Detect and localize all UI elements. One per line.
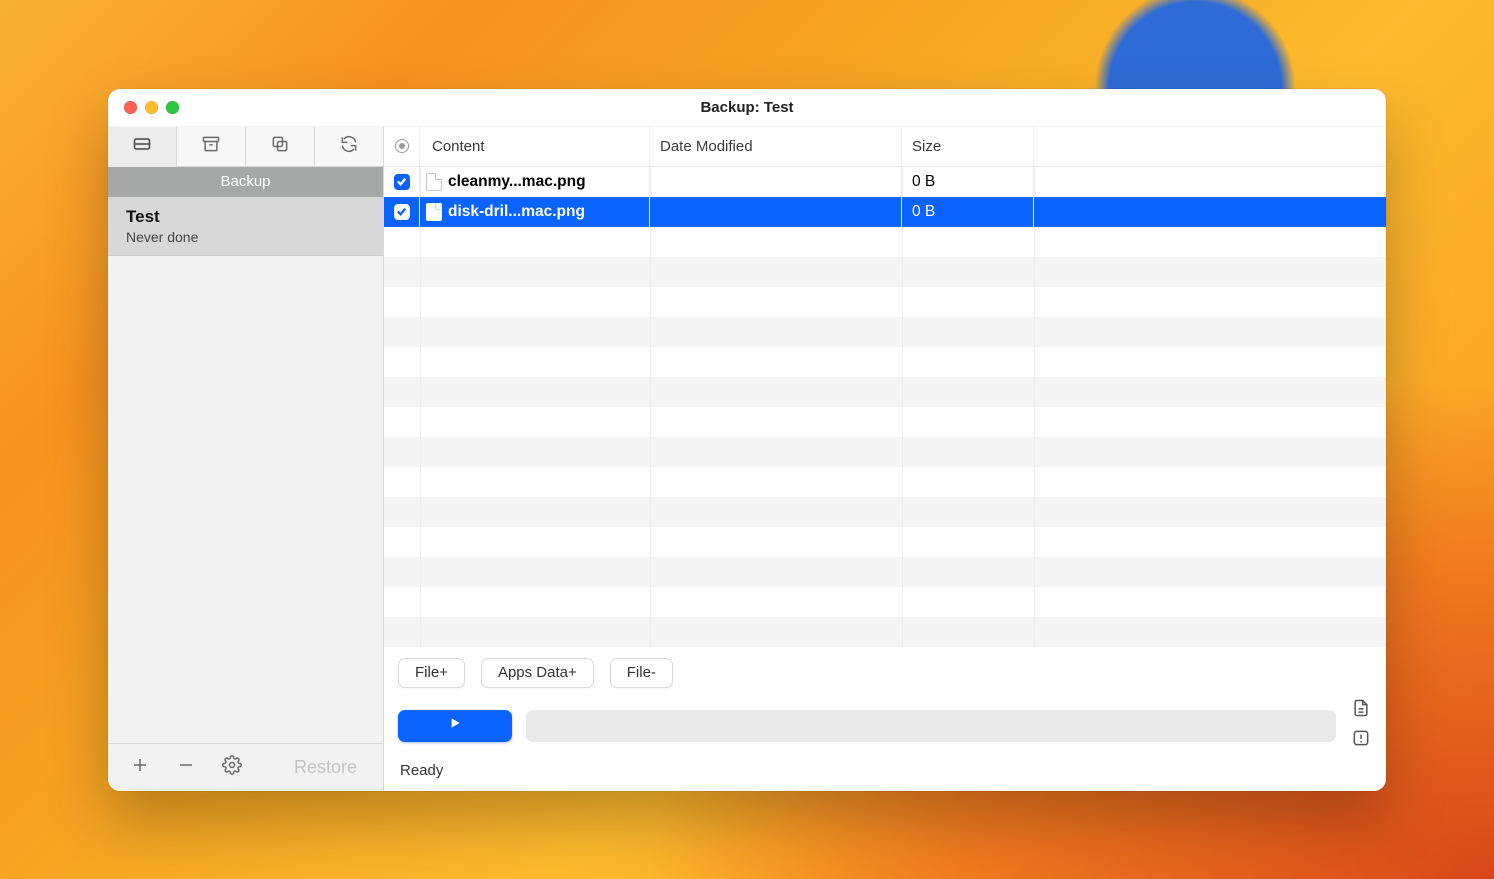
column-header-size[interactable]: Size xyxy=(902,127,1034,166)
progress-bar xyxy=(526,710,1336,742)
file-remove-button[interactable]: File- xyxy=(610,658,673,688)
action-bar: File+ Apps Data+ File- xyxy=(384,648,1386,688)
alert-icon xyxy=(1351,728,1371,753)
column-header-select[interactable] xyxy=(384,127,420,166)
column-header-spacer xyxy=(1034,127,1386,166)
minus-icon xyxy=(177,756,195,779)
file-icon xyxy=(426,203,442,221)
sidebar-item-subtitle: Never done xyxy=(126,229,365,245)
row-checkbox[interactable] xyxy=(394,174,410,190)
table-row[interactable]: cleanmy...mac.png 0 B xyxy=(384,167,1386,197)
window-title: Backup: Test xyxy=(108,99,1386,116)
close-window-button[interactable] xyxy=(124,101,137,114)
column-header-content[interactable]: Content xyxy=(420,127,650,166)
sidebar-item-name: Test xyxy=(126,207,365,227)
sidebar: Backup Test Never done Restore xyxy=(108,127,384,791)
status-text: Ready xyxy=(384,758,1386,791)
file-icon xyxy=(426,173,442,191)
file-add-button[interactable]: File+ xyxy=(398,658,465,688)
column-header-date[interactable]: Date Modified xyxy=(650,127,902,166)
table-header: Content Date Modified Size xyxy=(384,127,1386,167)
sidebar-tab-clone[interactable] xyxy=(246,127,315,167)
file-size: 0 B xyxy=(902,167,1034,197)
sidebar-tab-sources[interactable] xyxy=(108,127,177,167)
plus-icon xyxy=(131,756,149,779)
row-checkbox[interactable] xyxy=(394,204,410,220)
log-button[interactable] xyxy=(1350,700,1372,722)
sidebar-tabs xyxy=(108,127,383,167)
apps-data-add-button[interactable]: Apps Data+ xyxy=(481,658,594,688)
main-panel: Content Date Modified Size cleanmy...mac… xyxy=(384,127,1386,791)
sidebar-section-header: Backup xyxy=(108,167,383,197)
window-controls xyxy=(108,101,179,114)
warning-button[interactable] xyxy=(1350,730,1372,752)
target-icon xyxy=(395,139,409,153)
zoom-window-button[interactable] xyxy=(166,101,179,114)
play-icon xyxy=(447,715,463,736)
settings-button[interactable] xyxy=(218,755,246,780)
file-date xyxy=(650,167,902,197)
sidebar-list: Test Never done xyxy=(108,197,383,743)
minimize-window-button[interactable] xyxy=(145,101,158,114)
gear-icon xyxy=(222,755,242,780)
table-body: cleanmy...mac.png 0 B disk-dril...mac.pn… xyxy=(384,167,1386,648)
remove-button[interactable] xyxy=(172,756,200,779)
table-row[interactable]: disk-dril...mac.png 0 B xyxy=(384,197,1386,227)
restore-button[interactable]: Restore xyxy=(286,753,365,782)
sync-icon xyxy=(339,134,359,159)
app-window: Backup: Test xyxy=(108,89,1386,791)
sidebar-tab-sync[interactable] xyxy=(315,127,383,167)
sidebar-tab-archive[interactable] xyxy=(177,127,246,167)
file-size: 0 B xyxy=(902,197,1034,227)
run-button[interactable] xyxy=(398,710,512,742)
sidebar-item-test[interactable]: Test Never done xyxy=(108,197,383,256)
archive-icon xyxy=(201,134,221,159)
run-bar xyxy=(384,688,1386,758)
file-name: disk-dril...mac.png xyxy=(448,203,585,221)
file-name: cleanmy...mac.png xyxy=(448,173,586,191)
file-date xyxy=(650,197,902,227)
sidebar-footer: Restore xyxy=(108,743,383,791)
drive-icon xyxy=(132,134,152,159)
clone-icon xyxy=(270,134,290,159)
titlebar: Backup: Test xyxy=(108,89,1386,127)
add-button[interactable] xyxy=(126,756,154,779)
document-icon xyxy=(1351,698,1371,723)
